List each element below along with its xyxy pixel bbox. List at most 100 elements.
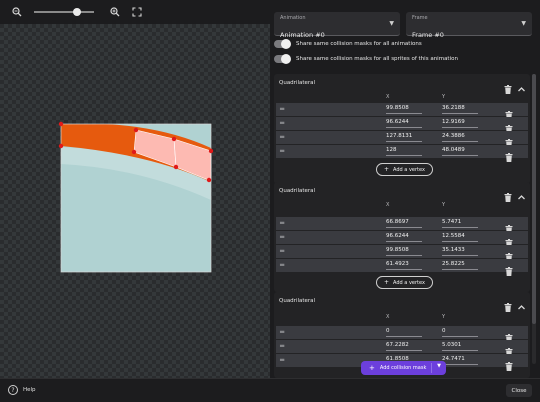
vertex-y-input[interactable]: 48.0489 [442, 147, 478, 156]
trash-icon[interactable] [505, 133, 513, 148]
trash-icon[interactable] [505, 219, 513, 234]
vertex-y-input[interactable]: 24.3886 [442, 133, 478, 142]
dialog-footer: ? Help Close [0, 378, 540, 402]
drag-handle-icon[interactable]: ═ [280, 329, 287, 336]
drag-handle-icon[interactable]: ═ [280, 343, 287, 350]
sprite-preview [58, 121, 214, 273]
sprite-canvas[interactable] [0, 0, 270, 378]
help-button[interactable]: ? Help [8, 385, 36, 395]
animation-select-label: Animation [280, 15, 306, 21]
zoom-slider[interactable] [34, 5, 94, 19]
column-x-header: X [386, 202, 390, 208]
add-vertex-button[interactable]: + Add a vertex [376, 163, 433, 176]
vertex-x-input[interactable]: 61.4923 [386, 261, 422, 270]
vertex-x-input[interactable]: 128 [386, 147, 422, 156]
column-x-header: X [386, 314, 390, 320]
frame-select[interactable]: Frame Frame #0 ▼ [406, 12, 532, 39]
drag-handle-icon[interactable]: ═ [280, 106, 287, 113]
vertex-handle[interactable] [171, 136, 177, 142]
trash-icon[interactable] [505, 356, 513, 371]
vertex-handle[interactable] [58, 121, 64, 127]
drag-handle-icon[interactable]: ═ [280, 262, 287, 269]
add-vertex-button[interactable]: + Add a vertex [376, 276, 433, 289]
chevron-up-icon[interactable] [517, 297, 526, 310]
trash-icon[interactable] [504, 187, 512, 202]
collision-mask-panel: Animation Animation #0 ▼ Frame Frame #0 … [270, 8, 540, 378]
scrollbar-thumb[interactable] [532, 74, 536, 324]
share-animations-toggle[interactable] [274, 39, 291, 49]
vertex-y-input[interactable]: 24.7471 [442, 356, 478, 365]
trash-icon[interactable] [505, 233, 513, 248]
zoom-toolbar [0, 0, 270, 24]
share-sprites-toggle-row[interactable]: Share same collision masks for all sprit… [274, 53, 458, 65]
column-y-header: Y [442, 202, 446, 208]
vertex-x-input[interactable]: 99.8508 [386, 247, 422, 256]
drag-handle-icon[interactable]: ═ [280, 248, 287, 255]
help-icon: ? [8, 385, 18, 395]
zoom-slider-thumb[interactable] [73, 8, 82, 16]
chevron-down-icon[interactable]: ▼ [437, 363, 441, 369]
vertex-handle[interactable] [208, 148, 214, 154]
mask-card-2: Quadrilateral X Y ═ 66.8697 5.7471 ═ 96.… [274, 182, 530, 292]
vertex-x-input[interactable]: 67.2282 [386, 342, 422, 351]
trash-icon[interactable] [505, 147, 513, 162]
chevron-up-icon[interactable] [517, 79, 526, 92]
vertex-y-input[interactable]: 25.8225 [442, 261, 478, 270]
vertex-x-input[interactable]: 96.6244 [386, 233, 422, 242]
vertex-handle[interactable] [173, 164, 179, 170]
vertex-x-input[interactable]: 99.8508 [386, 105, 422, 114]
vertex-row: ═ 0 0 [276, 326, 528, 343]
vertex-y-input[interactable]: 0 [442, 328, 478, 337]
vertex-x-input[interactable]: 127.8131 [386, 133, 422, 142]
column-y-header: Y [442, 314, 446, 320]
trash-icon[interactable] [504, 79, 512, 94]
trash-icon[interactable] [505, 247, 513, 262]
add-vertex-label: Add a vertex [393, 279, 425, 286]
vertex-handle[interactable] [133, 127, 139, 133]
vertex-y-input[interactable]: 12.9169 [442, 119, 478, 128]
trash-icon[interactable] [505, 105, 513, 120]
column-x-header: X [386, 94, 390, 100]
mask-card-1: Quadrilateral X Y ═ 99.8508 36.2188 ═ 96… [274, 74, 530, 184]
drag-handle-icon[interactable]: ═ [280, 120, 287, 127]
trash-icon[interactable] [505, 119, 513, 134]
vertex-y-input[interactable]: 5.0301 [442, 342, 478, 351]
zoom-out-icon[interactable] [10, 5, 24, 19]
column-y-header: Y [442, 94, 446, 100]
vertex-y-input[interactable]: 36.2188 [442, 105, 478, 114]
chevron-up-icon[interactable] [517, 187, 526, 200]
share-animations-toggle-row[interactable]: Share same collision masks for all anima… [274, 38, 422, 50]
fullscreen-icon[interactable] [130, 5, 144, 19]
vertex-handle[interactable] [58, 143, 64, 149]
vertex-x-input[interactable]: 66.8697 [386, 219, 422, 228]
trash-icon[interactable] [505, 261, 513, 276]
vertex-x-input[interactable]: 0 [386, 328, 422, 337]
close-button[interactable]: Close [506, 384, 532, 397]
trash-icon[interactable] [505, 342, 513, 357]
drag-handle-icon[interactable]: ═ [280, 134, 287, 141]
drag-handle-icon[interactable]: ═ [280, 220, 287, 227]
panel-scrollbar[interactable] [532, 74, 536, 364]
animation-select[interactable]: Animation Animation #0 ▼ [274, 12, 400, 39]
vertex-handle[interactable] [206, 177, 212, 183]
trash-icon[interactable] [505, 328, 513, 343]
drag-handle-icon[interactable]: ═ [280, 234, 287, 241]
vertex-x-input[interactable]: 96.6244 [386, 119, 422, 128]
vertex-y-input[interactable]: 5.7471 [442, 219, 478, 228]
chevron-down-icon: ▼ [521, 20, 526, 27]
vertex-handle[interactable] [131, 149, 137, 155]
vertex-row: ═ 128 48.0489 [276, 145, 528, 162]
vertex-y-input[interactable]: 12.5584 [442, 233, 478, 242]
zoom-in-icon[interactable] [108, 5, 122, 19]
share-sprites-toggle[interactable] [274, 54, 291, 64]
vertex-row: ═ 96.6244 12.9169 [276, 117, 528, 134]
vertex-row: ═ 61.4923 25.8225 [276, 259, 528, 276]
drag-handle-icon[interactable]: ═ [280, 357, 287, 364]
trash-icon[interactable] [504, 297, 512, 312]
drag-handle-icon[interactable]: ═ [280, 148, 287, 155]
vertex-row: ═ 99.8508 35.1433 [276, 245, 528, 262]
vertex-row: ═ 99.8508 36.2188 [276, 103, 528, 120]
add-collision-mask-button[interactable]: + Add collision mask ▼ [361, 361, 446, 375]
vertex-y-input[interactable]: 35.1433 [442, 247, 478, 256]
vertex-row: ═ 67.2282 5.0301 [276, 340, 528, 357]
